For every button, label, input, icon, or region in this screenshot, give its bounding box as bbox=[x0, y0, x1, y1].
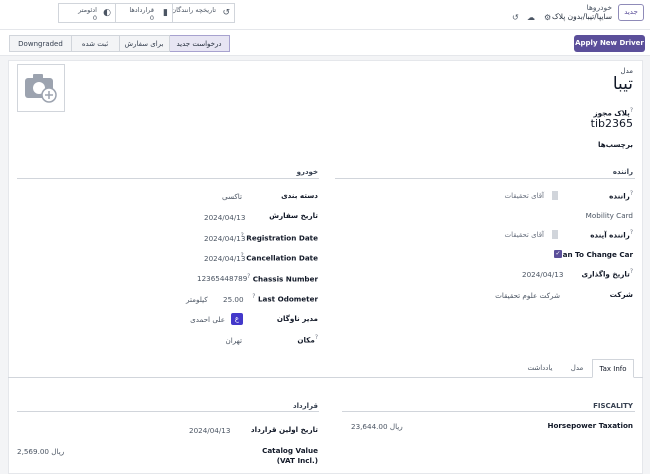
plan-change-label: Plan To Change Car bbox=[554, 250, 633, 259]
new-button[interactable]: جدید bbox=[618, 4, 644, 21]
apply-new-driver-button[interactable]: Apply New Driver bbox=[574, 35, 645, 52]
registration-date-value[interactable]: 2024/04/13 bbox=[204, 234, 245, 243]
avatar-placeholder-icon bbox=[552, 191, 558, 200]
stat-label: تاریخچه رانندگان bbox=[171, 6, 216, 14]
tab-tax-info[interactable]: Tax Info bbox=[592, 359, 634, 378]
tachometer-icon: ◐ bbox=[103, 8, 111, 18]
help-icon: ? bbox=[252, 293, 256, 300]
help-icon: ? bbox=[629, 190, 633, 197]
odometer-label: ? Last Odometer bbox=[252, 293, 318, 304]
odometer-value[interactable]: 25.00 bbox=[223, 295, 244, 304]
breadcrumb-parent[interactable]: خودروها bbox=[587, 3, 612, 12]
undo-icon[interactable]: ↺ bbox=[512, 13, 519, 22]
control-bar: Apply New Driver درخواست جدید برای سفارش… bbox=[0, 30, 650, 56]
order-date-label: تاریخ سفارش bbox=[269, 211, 318, 220]
order-date-value[interactable]: 2024/04/13 bbox=[204, 213, 245, 222]
stat-label: ادئومتر bbox=[78, 6, 97, 14]
cloud-upload-icon[interactable]: ☁ bbox=[527, 13, 535, 22]
driver-label: راننده? bbox=[609, 190, 633, 201]
tags-label: برچسب‌ها bbox=[598, 140, 633, 149]
contract-section-title: قرارداد bbox=[293, 402, 318, 410]
section-divider bbox=[342, 411, 635, 412]
history-icon: ↺ bbox=[222, 8, 230, 18]
stat-driver-history[interactable]: ↺ تاریخچه رانندگان bbox=[171, 3, 235, 23]
odometer-unit: کیلومتر bbox=[186, 295, 208, 304]
car-section-title: خودرو bbox=[296, 168, 318, 176]
section-divider bbox=[335, 178, 635, 179]
horsepower-value[interactable]: 23,644.00 ریال bbox=[351, 422, 403, 431]
chassis-label: ? Chassis Number bbox=[247, 273, 318, 284]
category-value[interactable]: تاکسی bbox=[222, 192, 242, 201]
help-icon: ? bbox=[314, 334, 318, 341]
stat-contracts[interactable]: ▮ قراردادها 0 bbox=[115, 3, 173, 23]
model-value[interactable]: تیبا bbox=[613, 74, 633, 94]
stat-value: 0 bbox=[92, 14, 97, 22]
driver-input[interactable]: آقای تحقیقات bbox=[504, 192, 544, 200]
fleet-manager-value[interactable]: علی احمدی bbox=[190, 315, 225, 324]
tab-model[interactable]: مدل bbox=[564, 359, 590, 378]
category-label: دسته بندی bbox=[281, 191, 318, 200]
plan-change-checkbox[interactable]: ✓ bbox=[554, 250, 562, 258]
fleet-manager-avatar: ع bbox=[231, 313, 243, 325]
registration-date-label: ? Registration Date bbox=[240, 232, 318, 243]
stage-downgraded[interactable]: Downgraded bbox=[9, 35, 72, 52]
first-contract-label: تاریخ اولین قرارداد bbox=[250, 425, 318, 434]
future-driver-input[interactable]: آقای تحقیقات bbox=[504, 231, 544, 239]
fiscality-section-title: FISCALITY bbox=[593, 402, 633, 410]
avatar-placeholder-icon bbox=[552, 230, 558, 239]
stat-odometer[interactable]: ◐ ادئومتر 0 bbox=[58, 3, 116, 23]
future-driver-label: راننده آینده? bbox=[590, 229, 633, 240]
cancellation-date-label: ? Cancellation Date bbox=[240, 252, 318, 263]
stage-to-order[interactable]: برای سفارش bbox=[118, 35, 170, 52]
catalog-value[interactable]: 2,569.00 ریال bbox=[17, 447, 64, 456]
section-divider bbox=[17, 178, 319, 179]
book-icon: ▮ bbox=[163, 8, 168, 18]
stage-registered[interactable]: ثبت شده bbox=[70, 35, 120, 52]
first-contract-value[interactable]: 2024/04/13 bbox=[189, 426, 230, 435]
breadcrumb-current: سایپا/تیبا/بدون پلاک bbox=[552, 12, 612, 21]
stage-new-request[interactable]: درخواست جدید bbox=[168, 35, 230, 52]
help-icon: ? bbox=[629, 107, 633, 114]
company-label: شرکت bbox=[609, 290, 633, 299]
gear-icon[interactable]: ⚙ bbox=[544, 13, 551, 22]
driver-section-title: راننده bbox=[612, 168, 633, 176]
plate-value[interactable]: tib2365 bbox=[591, 117, 633, 130]
stat-label: قراردادها bbox=[129, 6, 154, 14]
mobility-card-label: Mobility Card bbox=[585, 211, 633, 220]
plate-label: پلاک مجوز? bbox=[593, 107, 633, 118]
company-value[interactable]: شرکت علوم تحقیقات bbox=[495, 291, 560, 300]
help-icon: ? bbox=[247, 273, 251, 280]
catalog-value-label: Catalog Value (VAT Incl.) bbox=[262, 446, 318, 465]
assign-date-label: تاریخ واگذاری? bbox=[581, 268, 633, 279]
horsepower-label: Horsepower Taxation bbox=[547, 421, 633, 430]
stat-value: 0 bbox=[149, 14, 154, 22]
camera-add-icon bbox=[25, 74, 57, 103]
tab-notes[interactable]: یادداشت bbox=[520, 359, 560, 378]
vehicle-image[interactable] bbox=[17, 64, 65, 112]
help-icon: ? bbox=[629, 268, 633, 275]
help-icon: ? bbox=[629, 229, 633, 236]
assign-date-value[interactable]: 2024/04/13 bbox=[522, 270, 563, 279]
chassis-value[interactable]: 12365448789 bbox=[197, 274, 247, 283]
cancellation-date-value[interactable]: 2024/04/13 bbox=[204, 254, 245, 263]
section-divider bbox=[17, 411, 319, 412]
top-bar: جدید خودروها سایپا/تیبا/بدون پلاک ⚙ ☁ ↺ … bbox=[0, 0, 650, 30]
location-value[interactable]: تهران bbox=[225, 336, 242, 345]
location-label: مکان? bbox=[297, 334, 318, 345]
fleet-manager-label: مدیر ناوگان bbox=[276, 314, 318, 323]
